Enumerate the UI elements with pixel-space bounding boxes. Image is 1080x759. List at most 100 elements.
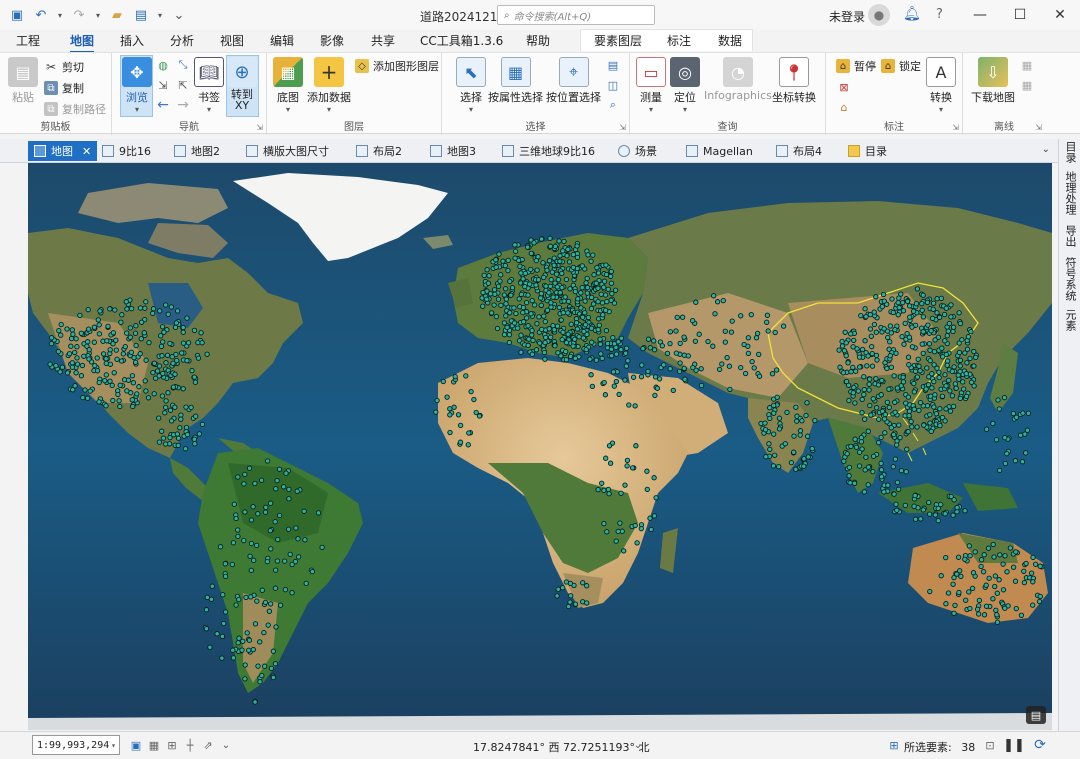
infographics-button[interactable]: ◔ Infographics <box>704 57 772 102</box>
map-view-mode-icon[interactable]: ▣ <box>128 737 144 753</box>
doc-tab-globe-9x16[interactable]: 三维地球9比16 <box>496 141 601 161</box>
pause-labels-button[interactable]: ⌂ 暂停 <box>836 58 876 74</box>
map-view[interactable] <box>28 163 1052 730</box>
tab-analysis[interactable]: 分析 <box>170 32 194 49</box>
dock-tab-export[interactable]: 导出 <box>1059 221 1080 251</box>
redo-icon[interactable]: ↷ <box>70 6 88 24</box>
refresh-icon[interactable]: ⟳ <box>1032 737 1048 753</box>
add-graphics-layer-button[interactable]: ◇ 添加图形图层 <box>355 58 439 74</box>
bookmarks-button[interactable]: 📖︎ 书签 ▾ <box>194 57 224 114</box>
tab-labeling[interactable]: 标注 <box>667 32 691 49</box>
goto-xy-button[interactable]: ⊕ 转到 XY <box>227 57 257 111</box>
undo-icon[interactable]: ↶ <box>32 6 50 24</box>
tab-feature-layer[interactable]: 要素图层 <box>594 32 642 49</box>
copy-path-button[interactable]: ⧉ 复制路径 <box>44 101 106 117</box>
crosshair-icon[interactable]: ┼ <box>182 737 198 753</box>
previous-extent-icon[interactable]: ← <box>155 97 171 113</box>
notification-bell-icon[interactable]: 🔔︎ <box>903 6 921 22</box>
doc-tab-layout2[interactable]: 布局2 <box>350 141 408 161</box>
remove-offline-icon[interactable]: ▦ <box>1019 77 1035 93</box>
avatar[interactable]: ● <box>868 4 890 26</box>
doc-tab-landscape[interactable]: 横版大图尺寸 <box>240 141 335 161</box>
command-search-input[interactable]: ⌕ 命令搜索(Alt+Q) <box>497 5 655 25</box>
clear-selection-icon[interactable]: ◫ <box>605 77 621 93</box>
locate-button[interactable]: ◎ 定位 ▾ <box>670 57 700 114</box>
tab-edit[interactable]: 编辑 <box>270 32 294 49</box>
dock-tab-symbology[interactable]: 符号系统 <box>1059 255 1080 303</box>
doc-tab-map3[interactable]: 地图3 <box>424 141 482 161</box>
close-button[interactable]: ✕ <box>1040 0 1080 30</box>
customize-qat-icon[interactable]: ⌄ <box>170 6 188 24</box>
label-options-icon[interactable]: ⌂ <box>836 99 852 115</box>
status-dropdown-icon[interactable]: ⌄ <box>218 737 234 753</box>
tab-list-dropdown-icon[interactable]: ⌄ <box>1042 144 1050 155</box>
help-icon[interactable]: ? <box>936 7 943 22</box>
tab-cc-toolbox[interactable]: CC工具箱1.3.6 <box>420 32 503 49</box>
dock-tab-geoprocessing[interactable]: 地理处理 <box>1059 169 1080 217</box>
doc-tab-map2[interactable]: 地图2 <box>168 141 226 161</box>
pause-drawing-icon[interactable]: ❚❚ <box>1003 737 1025 753</box>
cut-button[interactable]: ✂ 剪切 <box>44 59 84 75</box>
open-folder-icon[interactable]: ▰ <box>108 6 126 24</box>
select-by-location-button[interactable]: ⌖ 按位置选择 <box>546 57 601 105</box>
doc-tab-map[interactable]: 地图 ✕ <box>28 141 98 161</box>
zoom-to-selection-icon[interactable]: ⌕ <box>605 97 621 113</box>
world-map[interactable] <box>28 163 1052 730</box>
copy-button[interactable]: ⧉ 复制 <box>44 80 84 96</box>
sync-icon[interactable]: ▦ <box>1019 57 1035 73</box>
close-tab-icon[interactable]: ✕ <box>82 145 91 158</box>
tab-share[interactable]: 共享 <box>371 32 395 49</box>
zoom-out-fixed-icon[interactable]: ⇱ <box>175 77 191 93</box>
labeling-launcher-icon[interactable]: ⇲ <box>952 123 959 132</box>
undo-dropdown-icon[interactable]: ▾ <box>56 6 64 24</box>
user-status[interactable]: 未登录 <box>829 8 865 25</box>
doc-tab-catalog[interactable]: 目录 <box>842 141 893 161</box>
scale-selector[interactable]: 1:99,993,294 ▾ <box>32 735 120 755</box>
lock-labels-button[interactable]: ⌂ 锁定 <box>881 58 921 74</box>
minimize-button[interactable]: — <box>960 0 1000 30</box>
refresh-extent-icon[interactable]: ⊡ <box>982 737 998 753</box>
dock-tab-elements[interactable]: 元素 <box>1059 307 1080 333</box>
select-button[interactable]: ⬉ 选择 ▾ <box>456 57 486 114</box>
north-arrow-icon[interactable]: ⇗ <box>200 737 216 753</box>
project-icon[interactable]: ▣ <box>8 6 26 24</box>
tab-insert[interactable]: 插入 <box>120 32 144 49</box>
tab-project[interactable]: 工程 <box>16 32 40 49</box>
doc-tab-9x16[interactable]: 9比16 <box>96 141 157 161</box>
full-extent-icon[interactable]: ◍ <box>155 57 171 73</box>
measure-button[interactable]: ▭ 测量 ▾ <box>636 57 666 114</box>
layout-dropdown-icon[interactable]: ▾ <box>156 6 164 24</box>
unplaced-labels-icon[interactable]: ⊠ <box>836 79 852 95</box>
tab-view[interactable]: 视图 <box>220 32 244 49</box>
dock-tab-catalog[interactable]: 目录 <box>1059 139 1080 165</box>
convert-labels-button[interactable]: A 转换 ▾ <box>926 57 956 114</box>
tab-imagery[interactable]: 影像 <box>320 32 344 49</box>
grid-icon[interactable]: ▦ <box>146 737 162 753</box>
tab-map[interactable]: 地图 <box>70 32 95 53</box>
save-icon[interactable]: ▤ <box>132 6 150 24</box>
add-data-button[interactable]: + 添加数据 ▾ <box>307 57 351 114</box>
doc-tab-magellan[interactable]: Magellan <box>680 141 759 161</box>
map-layout-toggle-icon[interactable]: ▤ <box>1026 706 1046 724</box>
basemap-button[interactable]: ▦ 底图 ▾ <box>273 57 303 114</box>
doc-tab-layout4[interactable]: 布局4 <box>770 141 828 161</box>
tab-data[interactable]: 数据 <box>718 32 742 49</box>
doc-tab-scene[interactable]: 场景 <box>612 141 663 161</box>
fixed-zoom-icon[interactable]: ⤡ <box>175 57 191 73</box>
zoom-in-fixed-icon[interactable]: ⇲ <box>155 77 171 93</box>
offline-launcher-icon[interactable]: ⇲ <box>1035 123 1042 132</box>
selection-launcher-icon[interactable]: ⇲ <box>619 123 626 132</box>
next-extent-icon[interactable]: → <box>175 97 191 113</box>
maximize-button[interactable]: ☐ <box>1000 0 1040 30</box>
navigate-launcher-icon[interactable]: ⇲ <box>256 123 263 132</box>
attributes-icon[interactable]: ▤ <box>605 57 621 73</box>
coordinate-conversion-button[interactable]: 📍︎ 坐标转换 <box>772 57 816 105</box>
redo-dropdown-icon[interactable]: ▾ <box>94 6 102 24</box>
download-map-button[interactable]: ⇩ 下载地图 <box>971 57 1015 105</box>
snapping-icon[interactable]: ⊞ <box>164 737 180 753</box>
paste-button[interactable]: ▤ 粘贴 <box>8 57 38 105</box>
explore-button[interactable]: ✥ 浏览 ▾ <box>122 57 152 114</box>
tab-help[interactable]: 帮助 <box>526 32 550 49</box>
coordinate-format-dropdown-icon[interactable]: ⌄ <box>630 737 646 753</box>
select-by-attributes-button[interactable]: ▦ 按属性选择 <box>488 57 543 105</box>
